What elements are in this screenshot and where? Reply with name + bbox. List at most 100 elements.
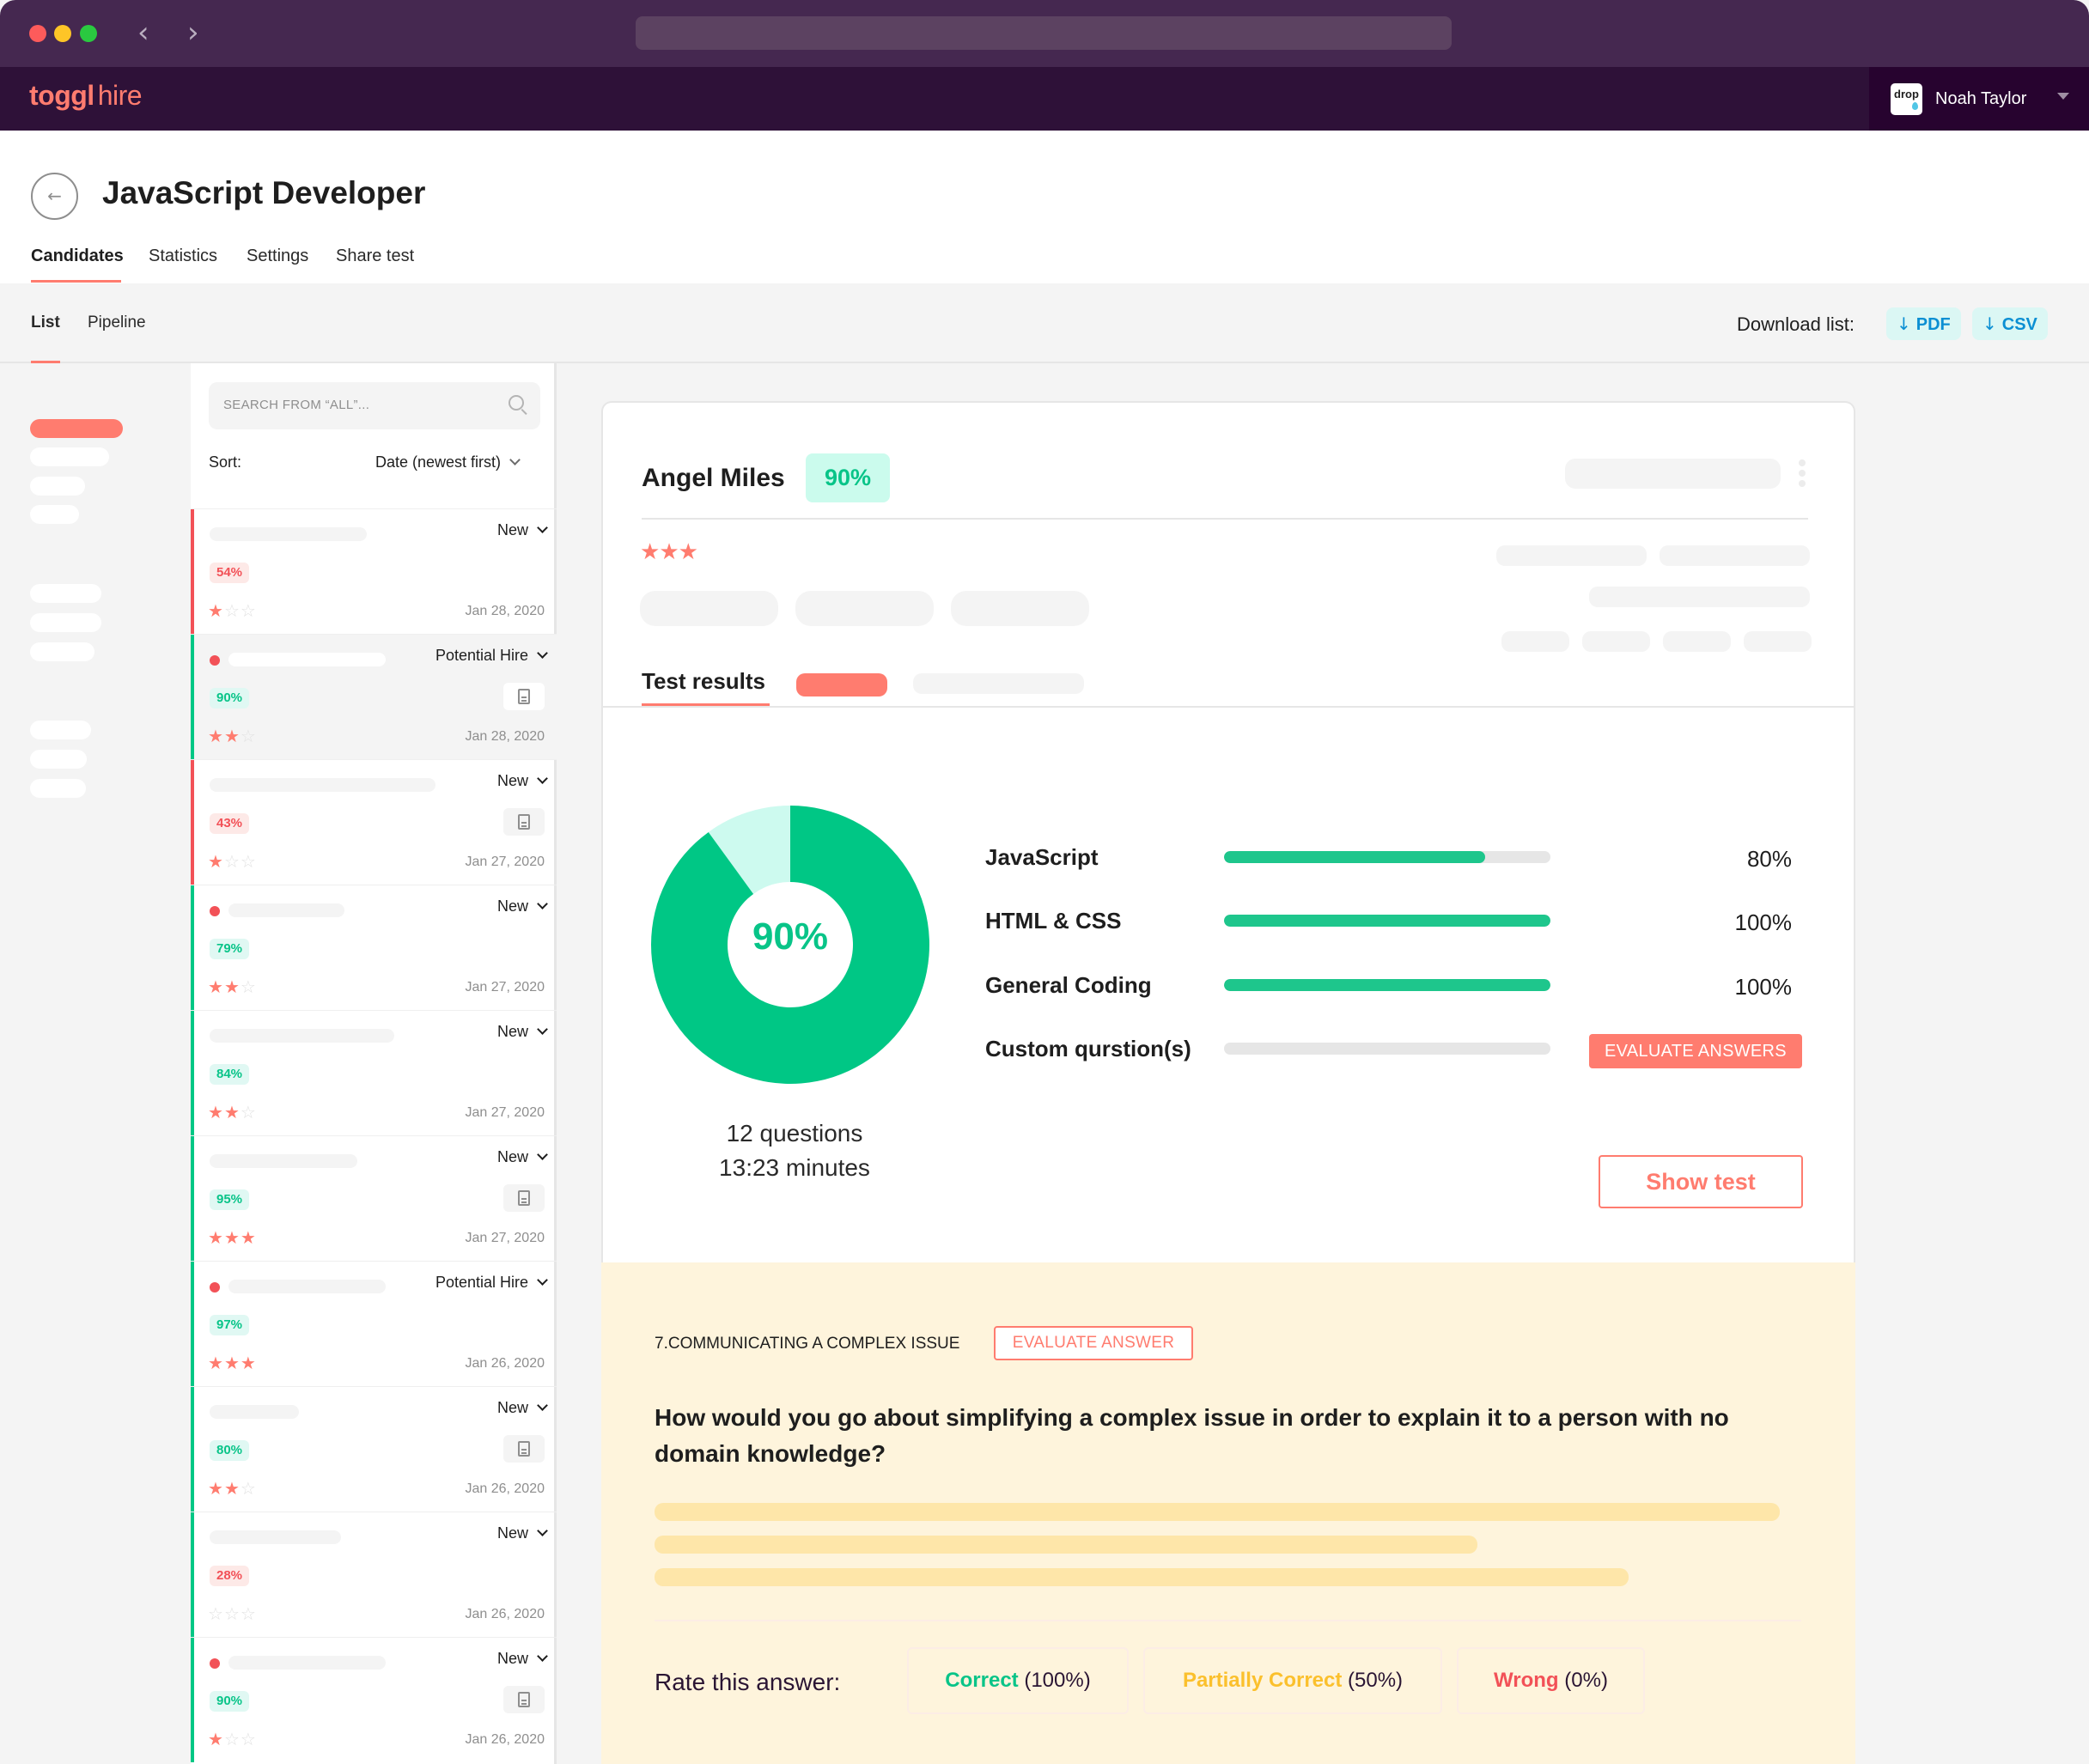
star-filled-icon: ★	[223, 726, 241, 746]
status-value: New	[496, 521, 528, 538]
rate-correct-button[interactable]: Correct (100%)	[907, 1647, 1129, 1714]
tag-placeholder[interactable]	[795, 591, 934, 626]
candidate-list-item[interactable]: New 54% ★☆☆ Jan 28, 2020	[191, 508, 557, 634]
candidate-list-item[interactable]: New 43% ★☆☆ Jan 27, 2020	[191, 759, 557, 885]
status-dropdown[interactable]: New	[497, 897, 548, 915]
rating-value: (0%)	[1564, 1669, 1608, 1692]
tab-statistics[interactable]: Statistics	[149, 246, 217, 266]
status-dropdown[interactable]: New	[497, 1148, 548, 1166]
rate-answer-label: Rate this answer:	[655, 1669, 841, 1695]
tab-settings[interactable]: Settings	[247, 246, 308, 266]
user-name[interactable]: Noah Taylor	[1935, 89, 2026, 109]
back-button[interactable]: ←	[31, 173, 78, 220]
skill-progress-fill	[1224, 979, 1550, 991]
skill-percent: 100%	[1734, 974, 1793, 1000]
candidate-list-item[interactable]: New 79% ★★☆ Jan 27, 2020	[191, 885, 557, 1010]
sort-dropdown[interactable]: Date (newest first)	[375, 453, 521, 471]
document-icon	[518, 814, 530, 830]
star-filled-icon: ★	[678, 539, 698, 565]
sidebar-filter[interactable]	[30, 447, 109, 466]
document-icon	[518, 1441, 530, 1457]
star-rating[interactable]: ☆☆☆	[208, 1603, 257, 1624]
candidate-list-item[interactable]: New 80% ★★☆ Jan 26, 2020	[191, 1386, 557, 1512]
status-dropdown[interactable]: New	[496, 521, 548, 539]
evaluate-answers-button[interactable]: EVALUATE ANSWERS	[1589, 1034, 1802, 1068]
subtab-pipeline[interactable]: Pipeline	[88, 313, 146, 332]
evaluate-answer-button[interactable]: EVALUATE ANSWER	[994, 1326, 1193, 1360]
show-test-button[interactable]: Show test	[1599, 1155, 1803, 1208]
star-rating[interactable]: ★☆☆	[208, 1729, 257, 1749]
sidebar-filter[interactable]	[30, 584, 101, 603]
candidate-name-placeholder	[228, 653, 386, 666]
window-minimize-button[interactable]	[54, 25, 71, 42]
document-button[interactable]	[503, 1686, 545, 1713]
subtab-list[interactable]: List	[31, 313, 60, 332]
status-dropdown[interactable]: Potential Hire	[435, 647, 548, 665]
star-rating[interactable]: ★★★	[208, 1227, 257, 1248]
search-icon[interactable]	[509, 395, 524, 411]
status-value: New	[496, 1399, 528, 1416]
rating-value: (100%)	[1024, 1669, 1091, 1692]
status-dropdown[interactable]: New	[497, 1023, 548, 1041]
status-dropdown[interactable]: New	[497, 772, 548, 790]
arrow-down-icon: ↓	[1982, 313, 1997, 334]
chevron-left-icon[interactable]: ‹	[137, 17, 149, 48]
star-filled-icon: ★	[208, 1102, 224, 1122]
star-filled-icon: ★	[240, 1227, 257, 1248]
star-rating[interactable]: ★★☆	[208, 976, 257, 997]
candidate-rating[interactable]: ★★★	[640, 539, 698, 565]
sidebar-filter[interactable]	[30, 642, 94, 661]
star-filled-icon: ★	[640, 539, 660, 565]
sidebar-filter[interactable]	[30, 613, 101, 632]
document-button[interactable]	[503, 1435, 545, 1463]
tab-placeholder[interactable]	[913, 673, 1084, 694]
document-button[interactable]	[503, 1184, 545, 1212]
toggl-hire-logo[interactable]: toggl hire	[29, 80, 143, 112]
status-dropdown[interactable]: New	[496, 1399, 548, 1417]
document-button[interactable]	[503, 683, 545, 710]
candidate-list-item[interactable]: New 95% ★★★ Jan 27, 2020	[191, 1135, 557, 1261]
star-rating[interactable]: ★☆☆	[208, 851, 257, 872]
sidebar-filter[interactable]	[30, 477, 85, 496]
sidebar-filter[interactable]	[30, 779, 86, 798]
document-button[interactable]	[503, 808, 545, 836]
window-maximize-button[interactable]	[80, 25, 97, 42]
status-dropdown[interactable]: Potential Hire	[435, 1274, 548, 1292]
candidate-list-item[interactable]: New 28% ☆☆☆ Jan 26, 2020	[191, 1512, 557, 1637]
star-empty-icon: ☆	[240, 1729, 257, 1749]
submission-date: Jan 26, 2020	[465, 1356, 545, 1371]
chevron-right-icon[interactable]: ›	[187, 17, 199, 48]
star-empty-icon: ☆	[240, 1603, 257, 1624]
caret-down-icon[interactable]	[2057, 93, 2069, 100]
star-rating[interactable]: ★★☆	[208, 1102, 257, 1122]
star-rating[interactable]: ★★☆	[208, 726, 257, 746]
tab-share-test[interactable]: Share test	[336, 246, 414, 266]
window-close-button[interactable]	[29, 25, 46, 42]
sidebar-filter[interactable]	[30, 750, 87, 769]
star-filled-icon: ★	[223, 976, 241, 997]
candidate-list-item[interactable]: Potential Hire 90% ★★☆ Jan 28, 2020	[191, 634, 557, 759]
rate-partially-correct-button[interactable]: Partially Correct (50%)	[1143, 1647, 1442, 1714]
star-rating[interactable]: ★★☆	[208, 1478, 257, 1499]
download-pdf-button[interactable]: ↓ PDF	[1886, 307, 1961, 340]
star-rating[interactable]: ★☆☆	[208, 600, 257, 621]
sidebar-filter[interactable]	[30, 505, 79, 524]
download-csv-button[interactable]: ↓ CSV	[1972, 307, 2048, 340]
tag-placeholder[interactable]	[951, 591, 1089, 626]
tag-placeholder[interactable]	[640, 591, 778, 626]
more-options-icon[interactable]	[1799, 459, 1806, 490]
star-rating[interactable]: ★★★	[208, 1353, 257, 1373]
status-dropdown[interactable]: New	[497, 1524, 548, 1542]
sidebar-filter[interactable]	[30, 721, 91, 739]
tab-candidates[interactable]: Candidates	[31, 246, 124, 266]
address-bar[interactable]	[636, 16, 1452, 50]
action-placeholder[interactable]	[1565, 459, 1781, 489]
rate-wrong-button[interactable]: Wrong (0%)	[1457, 1647, 1645, 1714]
status-dropdown[interactable]: New	[497, 1650, 548, 1668]
tab-placeholder-active[interactable]	[796, 673, 887, 696]
sidebar-filter-active[interactable]	[30, 419, 123, 438]
candidate-list-item[interactable]: New 84% ★★☆ Jan 27, 2020	[191, 1010, 557, 1135]
tab-test-results[interactable]: Test results	[642, 668, 765, 695]
candidate-list-item[interactable]: New 90% ★☆☆ Jan 26, 2020	[191, 1637, 557, 1762]
candidate-list-item[interactable]: Potential Hire 97% ★★★ Jan 26, 2020	[191, 1261, 557, 1386]
